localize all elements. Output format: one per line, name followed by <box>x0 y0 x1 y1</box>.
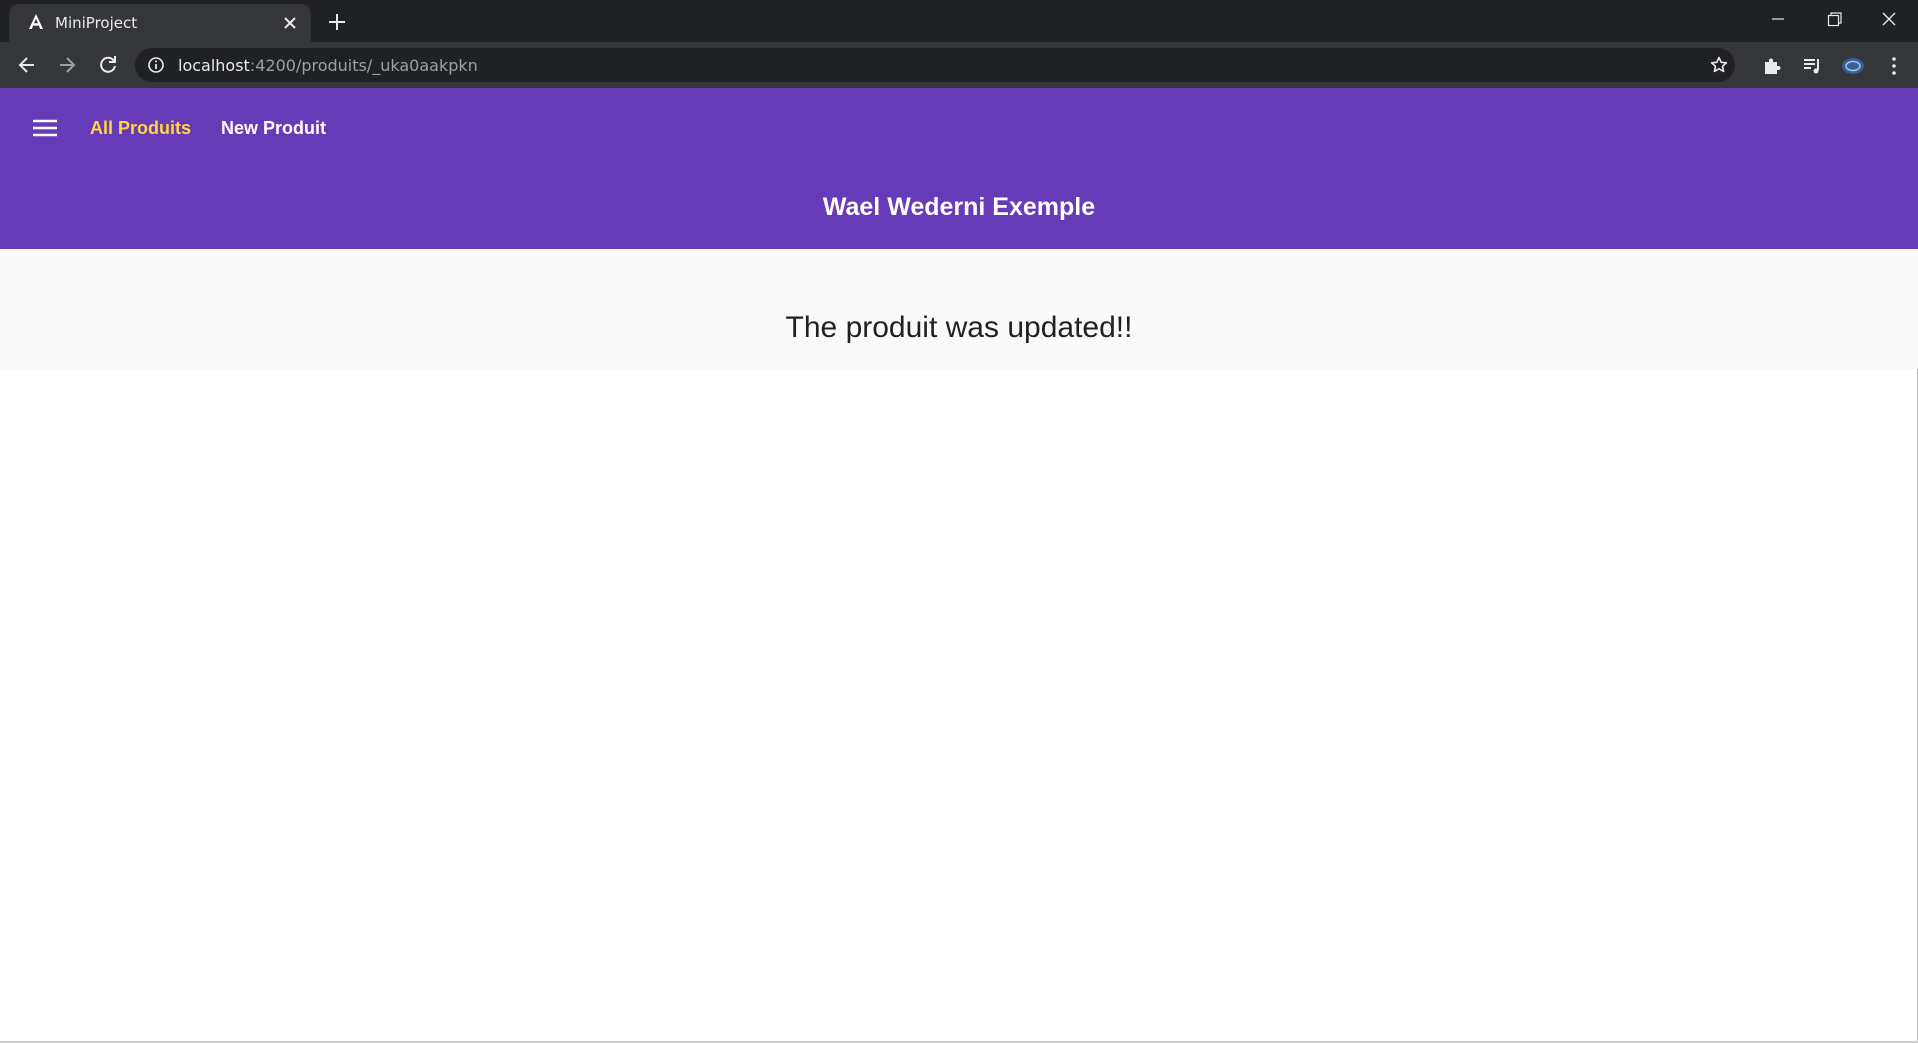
url-host: localhost <box>178 56 250 75</box>
app-header: All Produits New Produit Wael Wederni Ex… <box>0 88 1918 249</box>
new-tab-icon[interactable] <box>326 11 348 33</box>
angular-logo-icon <box>27 13 45 31</box>
media-controls-icon[interactable] <box>1801 55 1823 77</box>
tab-title: MiniProject <box>55 14 138 32</box>
extensions-puzzle-icon[interactable] <box>1761 55 1783 77</box>
nav-all-produits-link[interactable]: All Produits <box>90 118 191 139</box>
address-bar[interactable]: localhost:4200/produits/_uka0aakpkn <box>135 48 1735 82</box>
window-close-icon[interactable] <box>1874 6 1904 32</box>
close-icon[interactable] <box>281 14 299 32</box>
browser-tabstrip: MiniProject <box>0 0 1918 42</box>
update-confirmation-message: The produit was updated!! <box>785 311 1133 344</box>
message-panel: The produit was updated!! <box>0 249 1918 369</box>
profile-extension-icon[interactable] <box>1840 55 1864 77</box>
url-path: :4200/produits/_uka0aakpkn <box>249 56 478 75</box>
nav-new-produit-link[interactable]: New Produit <box>221 118 326 139</box>
bookmark-star-icon[interactable] <box>1709 55 1729 75</box>
menu-icon[interactable] <box>30 116 60 140</box>
info-icon[interactable] <box>147 56 165 74</box>
browser-tab[interactable]: MiniProject <box>9 4 311 42</box>
content-area <box>0 369 1918 1043</box>
restore-icon[interactable] <box>1819 6 1849 32</box>
more-vert-icon[interactable] <box>1883 55 1905 77</box>
url-text[interactable]: localhost:4200/produits/_uka0aakpkn <box>178 56 478 75</box>
reload-icon[interactable] <box>94 51 122 79</box>
forward-arrow-icon[interactable] <box>53 51 81 79</box>
back-arrow-icon[interactable] <box>13 51 41 79</box>
browser-toolbar: localhost:4200/produits/_uka0aakpkn <box>0 42 1918 88</box>
minimize-icon[interactable] <box>1763 6 1793 32</box>
page-title: Wael Wederni Exemple <box>822 193 1096 221</box>
